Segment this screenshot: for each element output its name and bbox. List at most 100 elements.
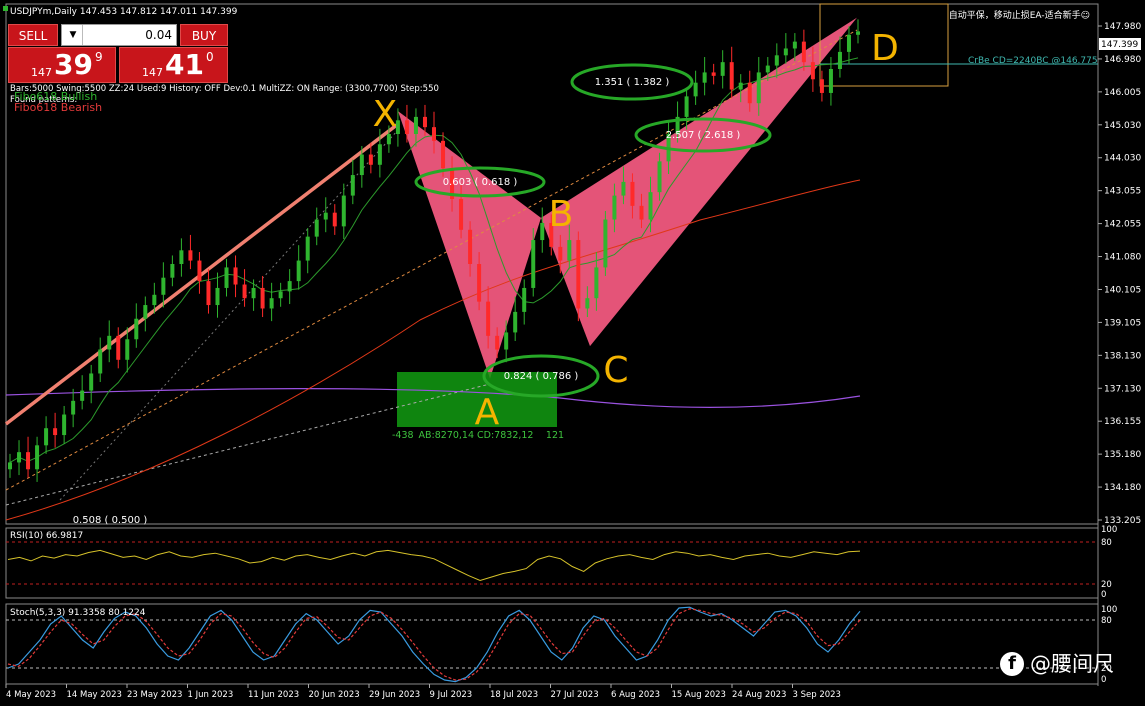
ask-price-box[interactable]: 147 41 0 [119, 47, 228, 83]
candle-body [350, 175, 355, 196]
bid-price-box[interactable]: 147 39 9 [8, 47, 116, 83]
x-tick-label: 3 Sep 2023 [793, 690, 841, 700]
candle-body [233, 267, 238, 285]
candle-body [684, 96, 689, 117]
candle-body [504, 332, 509, 350]
buy-button[interactable]: BUY [180, 24, 228, 46]
candle-body [540, 222, 545, 241]
rsi-tick-label: 80 [1101, 538, 1112, 548]
candle-body [332, 212, 337, 227]
lot-size-value[interactable]: 0.04 [145, 25, 172, 45]
candle-body [125, 339, 130, 360]
candle-body [89, 373, 94, 391]
x-tick-label: 11 Jun 2023 [248, 690, 299, 700]
y-tick-label: 146.005 [1104, 88, 1141, 98]
rsi-title: RSI(10) 66.9817 [10, 531, 83, 541]
candle-body [62, 414, 67, 436]
bid-prefix: 147 [31, 66, 52, 79]
chart-canvas: 147.980 146.980 146.005 145.030 144.030 143.0… [3, 3, 1141, 700]
candle-body [296, 260, 301, 282]
zone-text-right: 121 [546, 430, 564, 441]
rsi-line [7, 549, 861, 582]
stoch-title: Stoch(5,3,3) 91.3358 80.1224 [10, 608, 146, 618]
candle-body [630, 181, 635, 206]
x-tick-label: 9 Jul 2023 [430, 690, 473, 700]
watermark-text: @腰间尺 [1030, 652, 1114, 676]
sell-button[interactable]: SELL [8, 24, 58, 46]
candle-body [522, 287, 527, 312]
candle-body [116, 335, 121, 360]
candle-body [810, 62, 815, 80]
candle-body [143, 305, 148, 319]
ratio-label-xa: 0.508 ( 0.500 ) [73, 515, 148, 526]
handwritten-letter-C: C [603, 350, 628, 391]
candle-body [242, 284, 247, 299]
stoch-tick-label: 100 [1101, 605, 1117, 615]
candle-body [603, 219, 608, 268]
candle-body [585, 298, 590, 309]
candle-body [441, 140, 446, 169]
candle-body [8, 462, 12, 470]
y-tick-label: 146.980 [1104, 55, 1141, 65]
ask-sup: 0 [206, 50, 214, 64]
candle-body [179, 250, 184, 264]
ratio-label: 0.824 ( 0.786 ) [504, 371, 579, 382]
candle-body [368, 154, 373, 165]
candle-body [846, 34, 851, 52]
y-tick-label: 143.055 [1104, 187, 1141, 197]
x-tick-label: 27 Jul 2023 [551, 690, 599, 700]
symbol-marker [3, 6, 8, 11]
candle-body [801, 41, 806, 63]
candle-body [170, 264, 175, 278]
x-tick-label: 29 Jun 2023 [369, 690, 420, 700]
x-tick-label: 20 Jun 2023 [309, 690, 360, 700]
candle-body [224, 267, 229, 288]
rsi-tick-label: 20 [1101, 580, 1112, 590]
candle-body [44, 428, 49, 446]
y-tick-label: 135.180 [1104, 450, 1141, 460]
candle-body [206, 281, 211, 306]
lot-dropdown-icon[interactable]: ▼ [64, 25, 83, 45]
candle-body [468, 229, 473, 264]
candle-body [495, 335, 500, 350]
rsi-tick-label: 100 [1101, 525, 1117, 535]
candle-body [477, 264, 482, 302]
candle-body [432, 127, 436, 141]
candle-body [26, 452, 31, 470]
y-tick-label: 140.105 [1104, 285, 1141, 295]
ratio-label: 1.351 ( 1.382 ) [595, 77, 670, 88]
candle-body [134, 318, 139, 340]
candle-body [612, 195, 617, 220]
candle-body [639, 205, 644, 220]
y-tick-label: 144.030 [1104, 154, 1141, 164]
candle-body [819, 79, 824, 93]
bid-sup: 9 [95, 50, 103, 64]
y-tick-label: 145.030 [1104, 121, 1141, 131]
candle-body [702, 72, 707, 83]
fibo-bearish-label: Fibo618 Bearish [14, 101, 102, 114]
pattern-bcd-fill [541, 17, 857, 347]
lot-size-field[interactable]: ▼ 0.04 [61, 24, 177, 46]
x-tick-label: 23 May 2023 [127, 690, 182, 700]
candle-body [341, 195, 346, 227]
panel-frame-2 [5, 527, 1099, 599]
ea-note: 自动平保，移动止损EA-适合新手☺ [949, 9, 1090, 21]
xa-leg-highlight [4, 122, 400, 426]
pattern-status-label: CrBe CD=2240BC @146.775 [968, 56, 1098, 66]
candle-body [251, 287, 256, 299]
rsi-tick-label: 0 [1101, 590, 1106, 600]
candle-body [80, 390, 85, 401]
x-tick-label: 24 Aug 2023 [732, 690, 786, 700]
one-click-trade-panel: SELL ▼ 0.04 BUY 147 39 9 147 41 0 [8, 24, 228, 84]
candle-body [161, 277, 166, 295]
candle-body [404, 120, 409, 134]
stoch-tick-label: 80 [1101, 616, 1112, 626]
candle-body [856, 31, 860, 35]
price-tag-text: 147.399 [1101, 40, 1138, 50]
weibo-logo-icon: f [1000, 652, 1024, 676]
candle-body [98, 349, 103, 374]
y-tick-label: 138.130 [1104, 351, 1141, 361]
candle-body [359, 154, 364, 176]
x-tick-label: 1 Jun 2023 [188, 690, 234, 700]
y-tick-label: 134.180 [1104, 483, 1141, 493]
